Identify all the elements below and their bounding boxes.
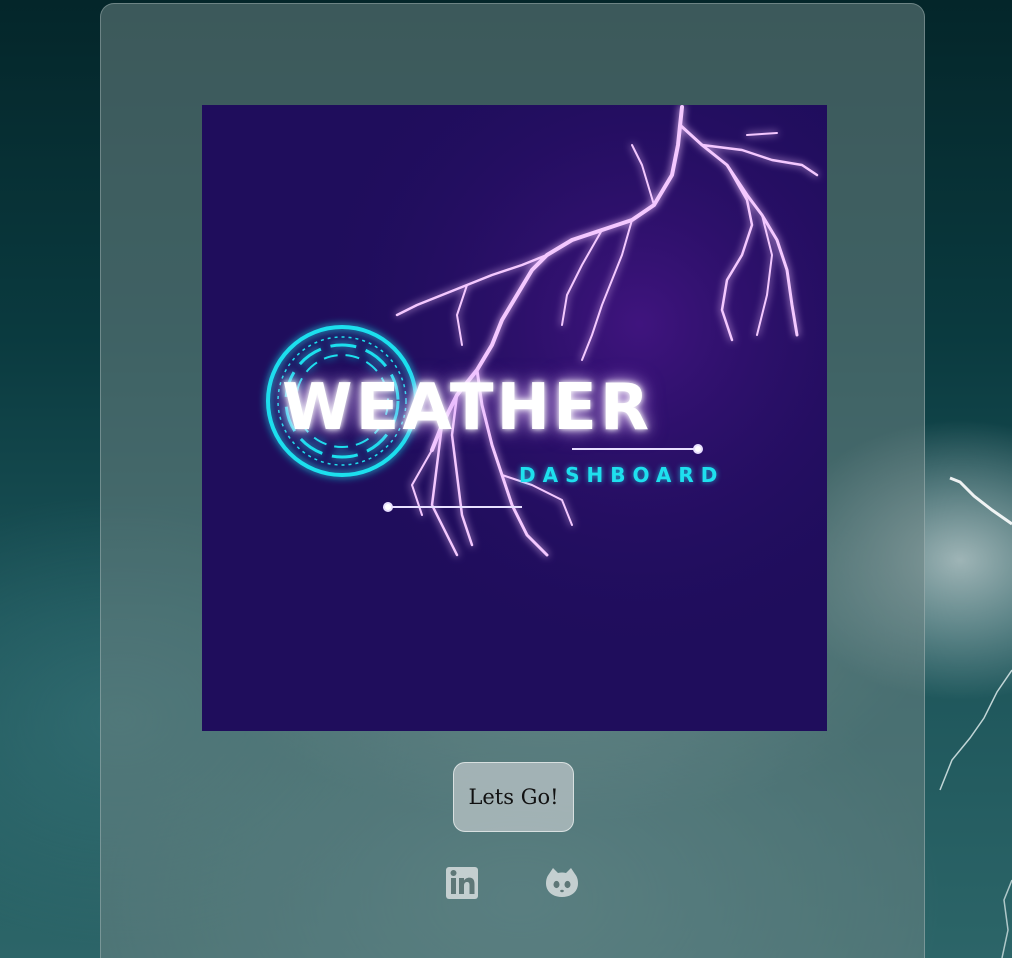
linkedin-link[interactable] — [445, 864, 481, 900]
github-icon — [546, 868, 578, 897]
intro-card: WEATHER DASHBOARD Lets Go! — [100, 3, 925, 958]
background-lightning — [939, 476, 1012, 958]
lets-go-button[interactable]: Lets Go! — [453, 762, 574, 832]
logo-subtitle: DASHBOARD — [519, 463, 725, 487]
weather-dashboard-logo: WEATHER DASHBOARD — [202, 105, 827, 731]
logo-title: WEATHER — [282, 371, 653, 445]
linkedin-icon — [446, 867, 478, 899]
github-link[interactable] — [544, 864, 580, 900]
